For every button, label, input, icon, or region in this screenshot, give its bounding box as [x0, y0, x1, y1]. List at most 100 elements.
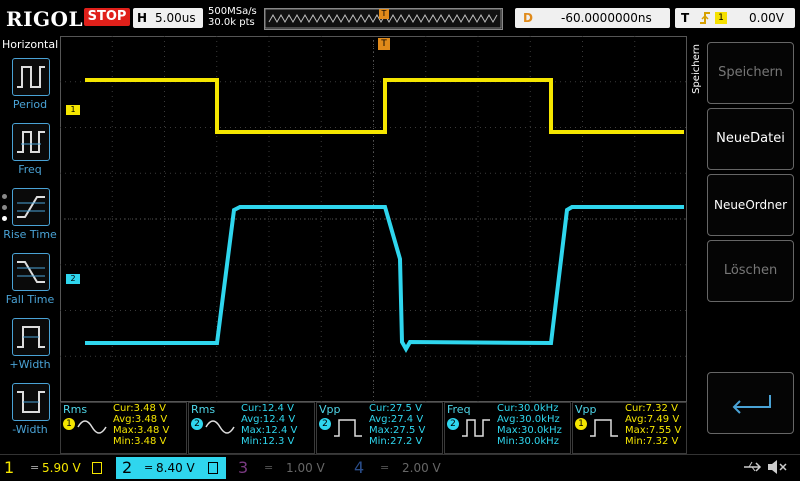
run-stop-indicator[interactable]: STOP: [84, 8, 130, 26]
channel-scale: 1.00 V: [286, 461, 325, 475]
freq-label: Freq: [18, 163, 42, 176]
fall-time-label: Fall Time: [5, 293, 55, 306]
period-icon: [17, 66, 45, 88]
memory-depth: 30.0k pts: [208, 17, 255, 28]
trigger-setting[interactable]: T 1 0.00V: [675, 8, 795, 28]
fall-time-button[interactable]: [12, 253, 50, 291]
channel-2-status[interactable]: 2 = 8.40 V: [116, 457, 226, 479]
channel-3-status[interactable]: 3 = 1.00 V: [238, 457, 348, 479]
measurement-vpp-ch2[interactable]: Vpp 2 Cur:27.5 V Avg:27.4 V Max:27.5 V M…: [316, 402, 443, 454]
loeschen-button[interactable]: Löschen: [707, 240, 794, 302]
rise-time-label: Rise Time: [3, 228, 57, 241]
rise-time-button[interactable]: [12, 188, 50, 226]
delay-setting[interactable]: D -60.0000000ns: [515, 8, 670, 28]
neue-datei-button[interactable]: NeueDatei: [707, 108, 794, 170]
measurement-name: Freq: [447, 403, 471, 416]
fall-time-icon: [17, 261, 45, 283]
sample-rate: 500MSa/s: [208, 6, 257, 17]
channel-number: 4: [354, 458, 365, 477]
channel-tag: 2: [191, 418, 203, 430]
measurement-rms-ch2[interactable]: Rms 2 Cur:12.4 V Avg:12.4 V Max:12.4 V M…: [188, 402, 315, 454]
measurement-name: Rms: [63, 403, 88, 416]
rms-wave-icon: [77, 420, 107, 434]
measurement-min: Min:3.48 V: [113, 436, 167, 447]
channel-tag: 1: [63, 418, 75, 430]
rms-wave-icon: [205, 420, 235, 434]
measurement-avg: Avg:30.0kHz: [497, 414, 560, 425]
neue-ordner-button[interactable]: NeueOrdner: [707, 174, 794, 236]
measurement-cur: Cur:3.48 V: [113, 403, 166, 414]
measurement-avg: Avg:7.49 V: [625, 414, 680, 425]
measurement-max: Max:3.48 V: [113, 425, 170, 436]
pos-width-label: +Width: [9, 358, 51, 371]
speichern-button[interactable]: Speichern: [707, 42, 794, 104]
measurement-min: Min:7.32 V: [625, 436, 679, 447]
freq-icon: [17, 131, 45, 153]
timebase-value: 5.00us: [155, 11, 196, 25]
left-menu-title: Horizontal: [2, 38, 59, 51]
horizontal-label: H: [137, 11, 148, 25]
measurement-max: Max:12.4 V: [241, 425, 298, 436]
measurement-cur: Cur:30.0kHz: [497, 403, 559, 414]
measurement-rms-ch1[interactable]: Rms 1 Cur:3.48 V Avg:3.48 V Max:3.48 V M…: [60, 402, 187, 454]
channel-number: 3: [238, 458, 249, 477]
trigger-source-badge: 1: [715, 12, 727, 24]
channel-scale: 8.40 V: [156, 461, 195, 475]
measurement-min: Min:12.3 V: [241, 436, 295, 447]
channel-tag: 2: [319, 418, 331, 430]
neg-width-icon: [17, 391, 45, 413]
measurement-max: Max:7.55 V: [625, 425, 682, 436]
bandwidth-limit-icon: [208, 462, 218, 474]
return-button[interactable]: [707, 372, 794, 434]
rise-time-icon: [17, 196, 45, 218]
pos-width-button[interactable]: [12, 318, 50, 356]
pos-width-icon: [17, 326, 45, 348]
return-arrow-icon: [732, 395, 771, 414]
dc-coupling-icon: =: [144, 461, 154, 474]
channel-tag: 2: [447, 418, 459, 430]
channel-status-bar: 1 = 5.90 V 2 = 8.40 V 3 = 1.00 V 4 = 2.0…: [0, 454, 800, 481]
measurement-name: Rms: [191, 403, 216, 416]
measurement-name: Vpp: [575, 403, 597, 416]
measure-menu-panel: Horizontal Period Freq Rise Time Fall Ti…: [0, 36, 60, 448]
measurement-max: Max:30.0kHz: [497, 425, 562, 436]
measurement-cur: Cur:12.4 V: [241, 403, 294, 414]
period-label: Period: [12, 98, 48, 111]
memory-overview-strip: T: [264, 8, 503, 30]
measurement-min: Min:27.2 V: [369, 436, 423, 447]
ch1-trace: [85, 78, 684, 134]
channel-scale: 2.00 V: [402, 461, 441, 475]
speaker-mute-icon[interactable]: [766, 459, 788, 475]
channel-1-status[interactable]: 1 = 5.90 V: [4, 457, 114, 479]
freq-button[interactable]: [12, 123, 50, 161]
dc-coupling-icon: =: [380, 461, 390, 474]
measurement-max: Max:27.5 V: [369, 425, 426, 436]
measurement-vpp-ch1[interactable]: Vpp 1 Cur:7.32 V Avg:7.49 V Max:7.55 V M…: [572, 402, 687, 454]
delay-value: -60.0000000ns: [561, 11, 652, 25]
waveform-display[interactable]: T 1 2: [60, 36, 687, 402]
dc-coupling-icon: =: [30, 461, 40, 474]
trigger-position-marker: T: [379, 9, 389, 19]
ch2-trace: [85, 205, 684, 354]
top-status-bar: RIGOL STOP H 5.00us 500MSa/s 30.0k pts T…: [0, 0, 800, 36]
bandwidth-limit-icon: [92, 462, 102, 474]
trigger-level-value: 0.00V: [749, 11, 784, 25]
freq-wave-icon: [462, 419, 490, 437]
measurement-freq-ch2[interactable]: Freq 2 Cur:30.0kHz Avg:30.0kHz Max:30.0k…: [444, 402, 571, 454]
measurement-cur: Cur:7.32 V: [625, 403, 678, 414]
neg-width-label: -Width: [12, 423, 48, 436]
horizontal-timebase[interactable]: H 5.00us: [133, 8, 203, 28]
channel-4-status[interactable]: 4 = 2.00 V: [354, 457, 464, 479]
vpp-wave-icon: [334, 419, 362, 437]
measurement-min: Min:30.0kHz: [497, 436, 559, 447]
right-menu-title: Speichern: [691, 44, 702, 94]
trigger-label: T: [681, 11, 690, 25]
measurement-name: Vpp: [319, 403, 341, 416]
period-button[interactable]: [12, 58, 50, 96]
measurement-avg: Avg:12.4 V: [241, 414, 296, 425]
channel-scale: 5.90 V: [42, 461, 81, 475]
neg-width-button[interactable]: [12, 383, 50, 421]
brand-logo: RIGOL: [6, 7, 84, 31]
page-indicator: [2, 194, 8, 221]
measurement-cur: Cur:27.5 V: [369, 403, 422, 414]
